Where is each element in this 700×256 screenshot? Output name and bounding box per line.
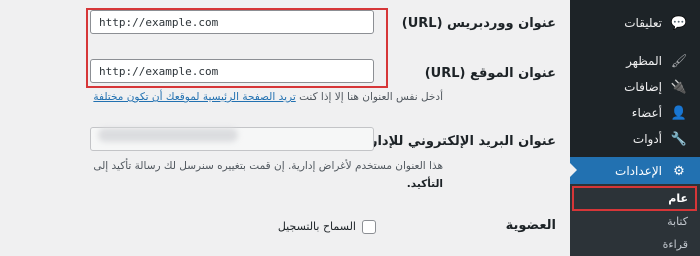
site-url-desc-link[interactable]: تريد الصفحة الرئيسية لموقعك أن تكون مختل…: [93, 91, 295, 103]
menu-item-comments[interactable]: 💬 تعليقات: [570, 10, 700, 36]
submenu-item-general[interactable]: عام: [570, 187, 700, 209]
site-url-desc-text: أدخل نفس العنوان هنا إلا إذا كنت: [295, 91, 443, 103]
site-url-label: عنوان الموقع (URL): [424, 66, 556, 81]
admin-email-desc-bold: التأكيد.: [406, 178, 443, 190]
allow-registration-checkbox[interactable]: [362, 220, 376, 234]
wp-url-label: عنوان ووردبريس (URL): [401, 16, 556, 31]
admin-sidebar: 💬 تعليقات 🖌 المظهر 🔌 إضافات 👤 أعضاء 🔧 أد…: [569, 0, 700, 256]
redacted-email-blur: [98, 128, 238, 142]
membership-label: العضوية: [505, 218, 556, 233]
site-url-description: أدخل نفس العنوان هنا إلا إذا كنت تريد ال…: [93, 91, 443, 103]
submenu-item-reading[interactable]: قراءة: [570, 233, 700, 255]
comments-icon: 💬: [670, 15, 688, 31]
menu-item-label: تعليقات: [624, 16, 662, 30]
menu-item-label: المظهر: [626, 54, 662, 68]
users-icon: 👤: [670, 105, 688, 121]
admin-email-description-line1: هذا العنوان مستخدم لأغراض إدارية. إن قمت…: [93, 160, 443, 172]
submenu-item-writing[interactable]: كتابة: [570, 210, 700, 232]
menu-item-appearance[interactable]: 🖌 المظهر: [570, 48, 700, 74]
menu-item-settings[interactable]: ⚙ الإعدادات: [570, 157, 700, 185]
tools-wrench-icon: 🔧: [670, 131, 688, 147]
menu-item-label: إضافات: [624, 80, 662, 94]
menu-item-tools[interactable]: 🔧 أدوات: [570, 126, 700, 152]
menu-item-label: أعضاء: [631, 106, 662, 120]
menu-item-label: الإعدادات: [615, 164, 662, 178]
active-menu-arrow: [569, 162, 577, 178]
admin-email-description-line2: التأكيد.: [407, 178, 443, 190]
settings-submenu: عام كتابة قراءة: [570, 184, 700, 256]
allow-registration-label[interactable]: السماح بالتسجيل: [278, 220, 356, 233]
appearance-brush-icon: 🖌: [670, 53, 688, 69]
menu-item-users[interactable]: 👤 أعضاء: [570, 100, 700, 126]
menu-item-label: أدوات: [632, 132, 662, 146]
general-settings-form: عنوان ووردبريس (URL) عنوان الموقع (URL) …: [0, 0, 570, 256]
plugins-icon: 🔌: [670, 79, 688, 95]
settings-sliders-icon: ⚙: [673, 163, 685, 179]
admin-email-label: عنوان البريد الإلكتروني للإدارة: [362, 134, 556, 149]
wp-url-input[interactable]: [90, 10, 374, 34]
site-url-input[interactable]: [90, 59, 374, 83]
menu-item-plugins[interactable]: 🔌 إضافات: [570, 74, 700, 100]
